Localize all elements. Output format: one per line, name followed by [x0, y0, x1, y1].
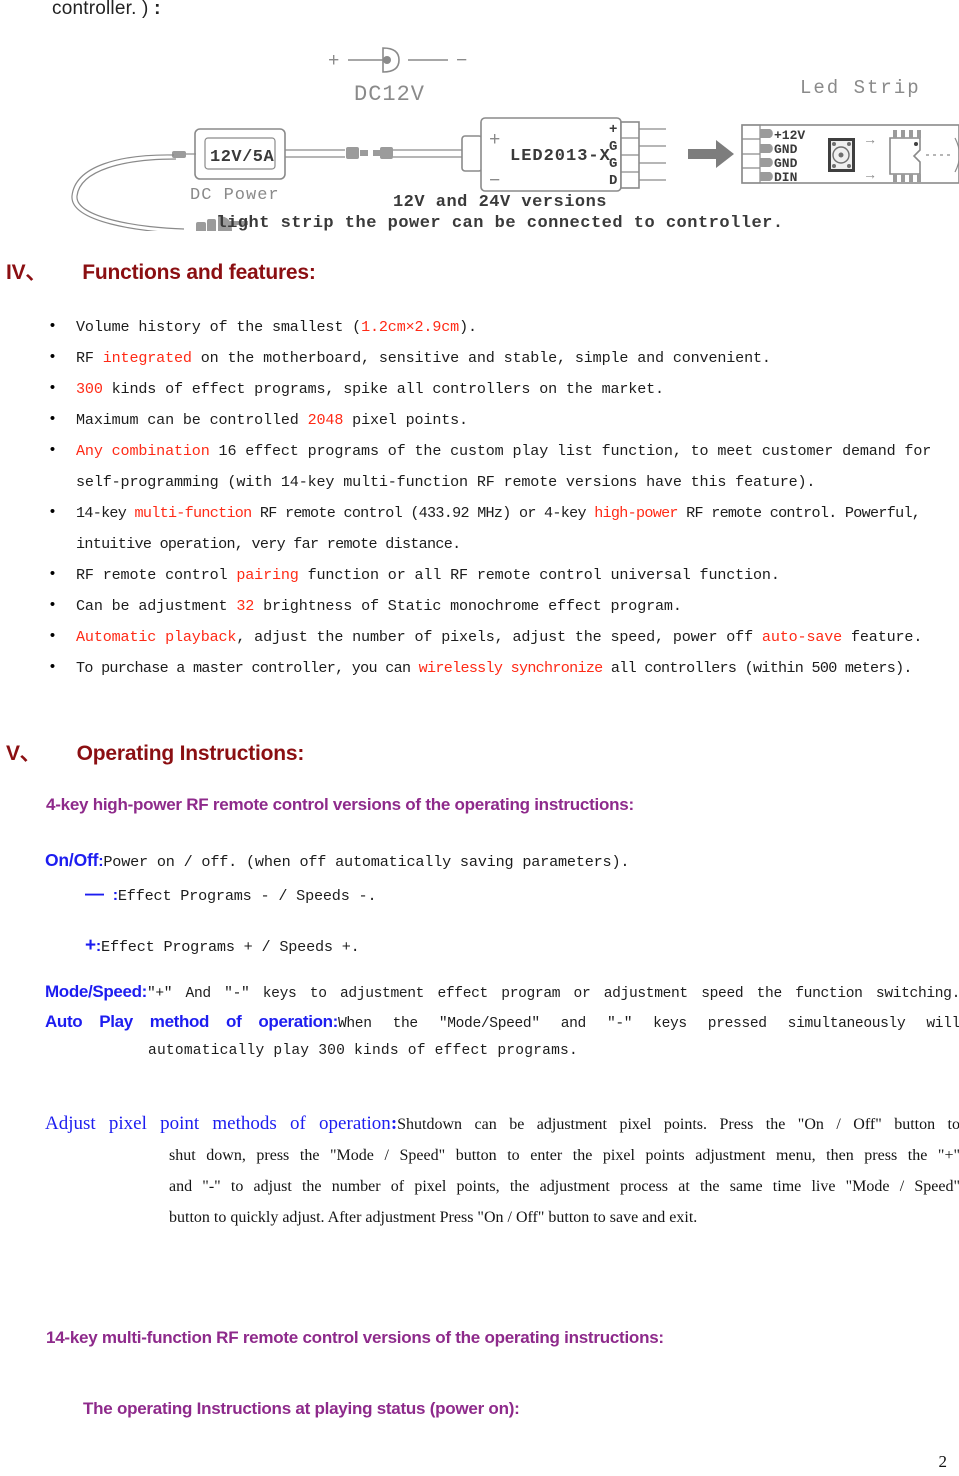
- list-item: Automatic playback, adjust the number of…: [40, 621, 959, 653]
- list-item: Any combination 16 effect programs of th…: [40, 435, 959, 498]
- autoplay-key-label: Auto Play method of operation:: [45, 1012, 338, 1031]
- svg-text:+: +: [328, 50, 339, 72]
- svg-text:→: →: [866, 133, 875, 149]
- svg-text:→: →: [866, 168, 875, 184]
- list-item: 300 kinds of effect programs, spike all …: [40, 373, 959, 405]
- modespeed-instruction-line: Mode/Speed:"+" And "-" keys to adjustmen…: [45, 978, 959, 1008]
- list-item: To purchase a master controller, you can…: [40, 652, 959, 684]
- section-iv-title: Functions and features:: [82, 261, 316, 284]
- plus-key-label: +: [85, 935, 96, 956]
- list-item: 14-key multi-function RF remote control …: [40, 497, 959, 560]
- adjust-pixel-line1: Adjust pixel point methods of operation:…: [45, 1108, 959, 1140]
- svg-text:GND: GND: [774, 156, 798, 171]
- section-iv-number: IV、: [6, 261, 47, 284]
- adjust-pixel-key-label: Adjust pixel point methods of operation: [45, 1113, 391, 1134]
- autoplay-instruction-line: Auto Play method of operation:When the "…: [45, 1008, 959, 1038]
- adjust-pixel-line2: shut down, press the "Mode / Speed" butt…: [169, 1147, 959, 1164]
- svg-text:12V/5A: 12V/5A: [210, 148, 275, 167]
- section-iv-heading: IV、 Functions and features:: [6, 256, 316, 286]
- diagram-caption-line1: 12V and 24V versions: [393, 193, 607, 212]
- adjust-pixel-line3: and "-" to adjust the number of pixel po…: [169, 1178, 959, 1195]
- svg-text:DC Power: DC Power: [190, 186, 280, 205]
- list-item: RF integrated on the motherboard, sensit…: [40, 342, 959, 374]
- plus-description: Effect Programs + / Speeds +.: [101, 938, 360, 956]
- features-bullet-list: Volume history of the smallest (1.2cm×2.…: [40, 311, 959, 684]
- heading-4key-instructions: 4-key high-power RF remote control versi…: [46, 795, 634, 814]
- onoff-description: Power on / off. (when off automatically …: [103, 853, 630, 871]
- minus-instruction-line: — :Effect Programs - / Speeds -.: [85, 884, 377, 906]
- minus-key-label: —: [85, 884, 104, 905]
- onoff-instruction-line: On/Off:Power on / off. (when off automat…: [45, 850, 630, 871]
- svg-text:−: −: [456, 50, 467, 72]
- section-v-number: V、: [6, 742, 41, 765]
- top-continuation-colon: :: [154, 0, 161, 19]
- top-continuation-text: controller. ) :: [52, 0, 161, 20]
- svg-text:+12V: +12V: [774, 128, 805, 143]
- led-strip: Led Strip +12V GND GND DIN → →: [741, 77, 959, 185]
- svg-text:+: +: [489, 129, 500, 151]
- svg-text:Led Strip: Led Strip: [800, 77, 921, 99]
- page-number: 2: [938, 1452, 948, 1471]
- wiring-diagram: .ln { fill:none; stroke:#8a8a8a; stroke-…: [0, 26, 959, 231]
- diagram-caption-line2: light strip the power can be connected t…: [216, 214, 783, 231]
- heading-playing-status: The operating Instructions at playing st…: [83, 1399, 520, 1418]
- adjust-pixel-block: Adjust pixel point methods of operation:…: [45, 1108, 959, 1233]
- svg-text:G: G: [609, 139, 617, 155]
- dc12v-symbol: + − DC12V: [328, 47, 467, 107]
- section-v-heading: V、 Operating Instructions:: [6, 737, 304, 767]
- svg-text:LED2013-X: LED2013-X: [510, 147, 611, 166]
- adjust-pixel-text1: Shutdown can be adjustment pixel points.…: [397, 1116, 959, 1133]
- svg-text:DIN: DIN: [774, 170, 797, 185]
- autoplay-description-line1: When the "Mode/Speed" and "-" keys press…: [337, 1016, 959, 1032]
- list-item: RF remote control pairing function or al…: [40, 559, 959, 591]
- autoplay-description-line2: automatically play 300 kinds of effect p…: [148, 1043, 578, 1059]
- list-item: Volume history of the smallest (1.2cm×2.…: [40, 311, 959, 343]
- flow-arrow-icon: [688, 140, 734, 168]
- modespeed-autoplay-block: Mode/Speed:"+" And "-" keys to adjustmen…: [45, 978, 959, 1065]
- modespeed-key-label: Mode/Speed:: [45, 982, 147, 1001]
- heading-14key-instructions: 14-key multi-function RF remote control …: [46, 1328, 664, 1347]
- led-controller: LED2013-X + − + G G D: [461, 117, 666, 192]
- svg-text:−: −: [489, 170, 500, 192]
- modespeed-description: "+" And "-" keys to adjustment effect pr…: [146, 986, 959, 1002]
- svg-text:D: D: [609, 173, 617, 189]
- plus-instruction-line: +:Effect Programs + / Speeds +.: [85, 935, 360, 957]
- onoff-key-label: On/Off: [45, 850, 99, 870]
- top-continuation-label: controller. ): [52, 0, 155, 19]
- section-v-title: Operating Instructions:: [76, 742, 305, 765]
- adjust-pixel-line4: button to quickly adjust. After adjustme…: [169, 1209, 698, 1226]
- list-item: Maximum can be controlled 2048 pixel poi…: [40, 404, 959, 436]
- svg-text:DC12V: DC12V: [354, 82, 425, 107]
- svg-text:GND: GND: [774, 142, 798, 157]
- list-item: Can be adjustment 32 brightness of Stati…: [40, 590, 959, 622]
- minus-description: Effect Programs - / Speeds -.: [117, 887, 377, 905]
- svg-text:G: G: [609, 156, 617, 172]
- svg-text:+: +: [609, 122, 617, 138]
- document-page: controller. ) : .ln { fill:none; stroke:…: [0, 0, 959, 1476]
